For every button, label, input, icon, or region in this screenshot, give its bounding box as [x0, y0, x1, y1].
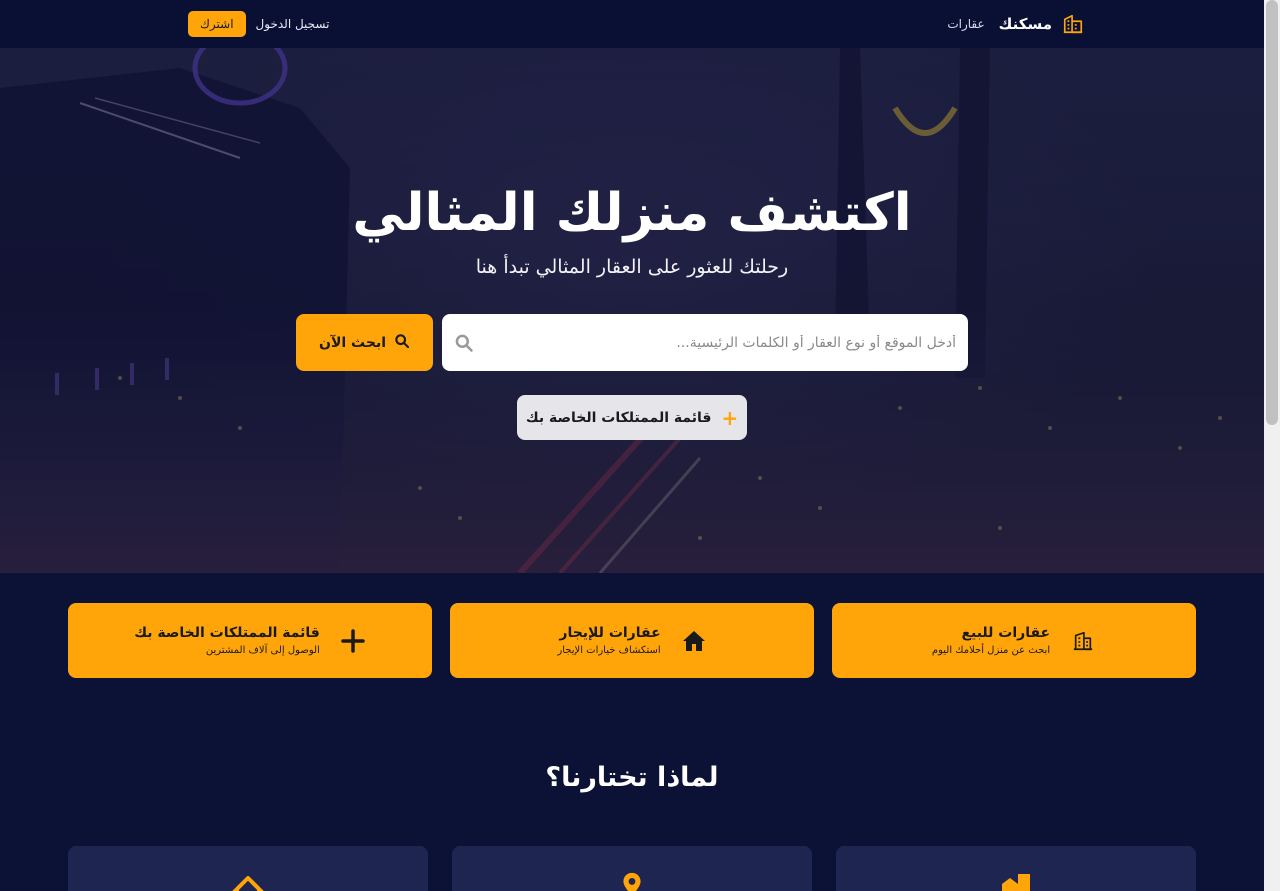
action-cards: عقارات للبيع ابحث عن منزل أحلامك اليوم ع… [68, 603, 1196, 678]
hero-section: اكتشف منزلك المثالي رحلتك للعثور على الع… [0, 48, 1264, 573]
card-for-rent[interactable]: عقارات للإيجار استكشاف خيارات الإيجار [450, 603, 814, 678]
nav-link-properties[interactable]: عقارات [947, 17, 984, 31]
login-link[interactable]: تسجيل الدخول [256, 17, 330, 31]
city-icon [1000, 872, 1032, 891]
card-title: عقارات للبيع [961, 625, 1051, 641]
card-title: عقارات للإيجار [559, 625, 661, 641]
card-description: الوصول إلى آلاف المشترين [205, 645, 320, 656]
search-icon [442, 333, 486, 353]
feature-card [68, 846, 428, 891]
hero-content: اكتشف منزلك المثالي رحلتك للعثور على الع… [0, 48, 1264, 573]
top-navbar: مسكنك عقارات اشترك تسجيل الدخول [0, 0, 1264, 48]
home-icon [681, 628, 707, 654]
home-icon [228, 872, 268, 891]
feature-card [452, 846, 812, 891]
brand: مسكنك عقارات [947, 13, 1084, 35]
list-your-property-button[interactable]: + قائمة الممتلكات الخاصة بك [517, 395, 747, 440]
scrollbar-thumb[interactable] [1266, 0, 1278, 425]
card-description: استكشاف خيارات الإيجار [557, 645, 661, 656]
location-pin-icon [618, 872, 646, 891]
building-icon [1070, 628, 1096, 654]
plus-icon: + [721, 405, 739, 430]
feature-cards [68, 846, 1196, 891]
search-now-button[interactable]: ابحث الآن [296, 314, 433, 371]
subscribe-button[interactable]: اشترك [188, 11, 246, 37]
search-box [442, 314, 968, 371]
list-property-label: قائمة الممتلكات الخاصة بك [525, 409, 712, 426]
brand-name[interactable]: مسكنك [999, 15, 1052, 33]
auth-area: اشترك تسجيل الدخول [188, 11, 329, 37]
card-list-property[interactable]: قائمة الممتلكات الخاصة بك الوصول إلى آلا… [68, 603, 432, 678]
why-choose-us-title: لماذا تختارنا؟ [545, 762, 719, 793]
plus-icon [340, 628, 366, 654]
building-logo-icon[interactable] [1062, 13, 1084, 35]
card-description: ابحث عن منزل أحلامك اليوم [931, 645, 1051, 656]
search-icon [394, 333, 410, 353]
card-for-sale[interactable]: عقارات للبيع ابحث عن منزل أحلامك اليوم [832, 603, 1196, 678]
hero-title: اكتشف منزلك المثالي [352, 183, 912, 243]
search-input[interactable] [486, 314, 968, 371]
page-scrollbar[interactable] [1264, 0, 1280, 891]
search-now-label: ابحث الآن [319, 334, 387, 351]
card-title: قائمة الممتلكات الخاصة بك [134, 625, 320, 641]
feature-card [836, 846, 1196, 891]
hero-subtitle: رحلتك للعثور على العقار المثالي تبدأ هنا [475, 256, 789, 278]
